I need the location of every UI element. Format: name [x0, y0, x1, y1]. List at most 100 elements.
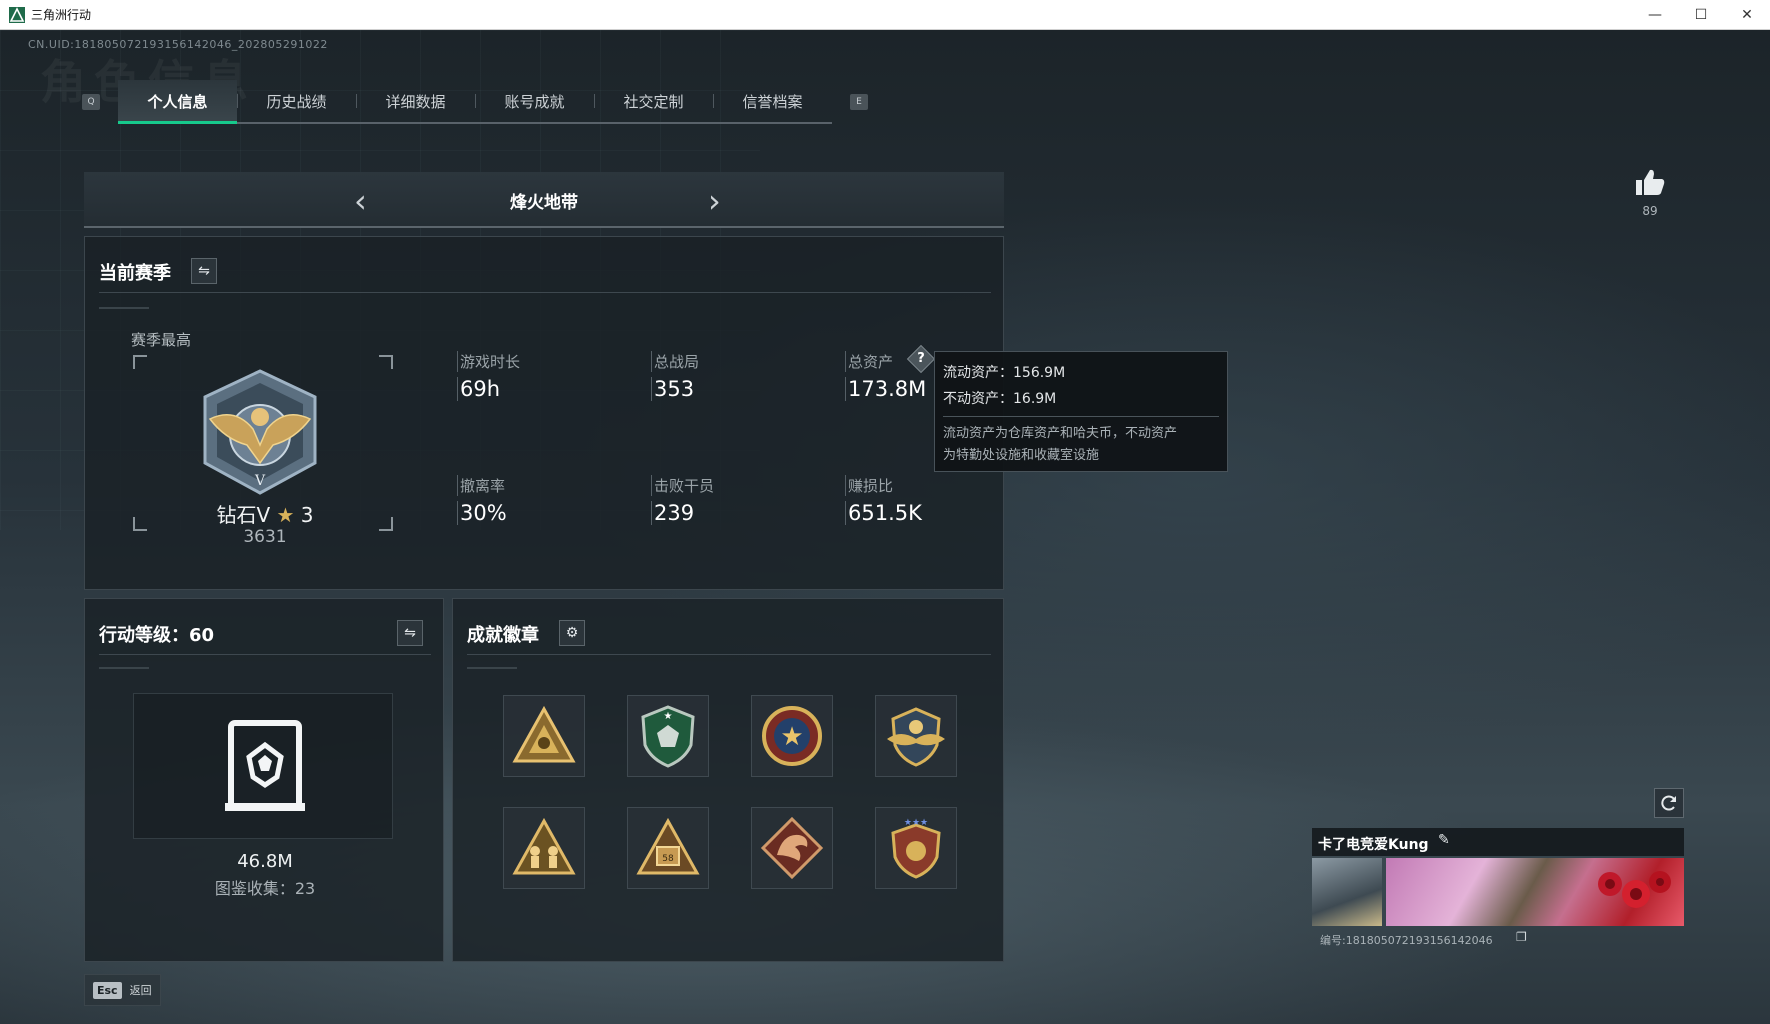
player-banner[interactable] [1386, 858, 1684, 926]
stat-value-playtime: 69h [457, 377, 500, 401]
stat-value-total-assets: 173.8M [845, 377, 926, 401]
tab-strip: 个人信息 历史战绩 详细数据 账号成就 社交定制 信誉档案 [118, 80, 832, 124]
achievements-settings-button[interactable]: ⚙ [559, 620, 585, 646]
rank-score: 3631 [243, 527, 287, 547]
stat-value-extract-rate: 30% [457, 501, 507, 525]
stat-label-matches: 总战局 [651, 351, 699, 372]
svg-text:★★★: ★★★ [904, 818, 928, 828]
window-title: 三角洲行动 [31, 8, 92, 22]
achievement-badge[interactable]: ★ [627, 695, 709, 777]
achievements-divider [467, 654, 991, 655]
likes-widget[interactable]: 89 [1630, 168, 1670, 218]
tab-achievements[interactable]: 账号成就 [475, 80, 594, 122]
star-badge-icon: ★ [762, 706, 822, 766]
achievement-badge[interactable] [875, 695, 957, 777]
tab-personal-info[interactable]: 个人信息 [118, 80, 237, 124]
refresh-icon [1661, 795, 1676, 811]
diamond-rank-emblem-icon: V [203, 369, 317, 495]
top-tab-bar: Q 个人信息 历史战绩 详细数据 账号成就 社交定制 信誉档案 E [82, 80, 868, 124]
maximize-button[interactable]: ☐ [1678, 0, 1724, 30]
level-divider [99, 654, 431, 655]
frame-corner [133, 355, 147, 369]
season-title: 当前赛季 [99, 263, 171, 284]
collection-cabinet-icon [225, 720, 305, 811]
svg-text:★: ★ [664, 711, 673, 722]
thumbs-up-icon [1636, 169, 1665, 195]
tab-history[interactable]: 历史战绩 [237, 80, 356, 122]
tooltip-liquid-assets: 流动资产：156.9M [943, 365, 1066, 381]
achievement-badge[interactable]: 58 [627, 807, 709, 889]
decor-mark [467, 667, 517, 669]
rank-stars: 3 [300, 503, 314, 527]
shield-badge-icon: ★ [641, 705, 695, 768]
rank-line: 钻石V ★ 3 [85, 499, 445, 528]
tab-credit-record[interactable]: 信誉档案 [713, 80, 832, 122]
achievements-title: 成就徽章 [467, 625, 539, 646]
stat-label-playtime: 游戏时长 [457, 351, 520, 372]
player-avatar[interactable] [1312, 858, 1382, 926]
back-label: 返回 [129, 984, 152, 997]
rank-star-icon: ★ [276, 503, 295, 527]
triangle-badge-icon [512, 705, 576, 763]
achievement-badge[interactable] [503, 695, 585, 777]
season-switch-button[interactable]: ⇋ [191, 258, 217, 284]
stat-label-profit-ratio: 赚损比 [845, 475, 893, 496]
esc-key-hint: Esc [93, 981, 122, 999]
gear-icon: ⚙ [565, 625, 579, 641]
season-panel: 当前赛季 ⇋ 赛季最高 V 钻石V ★ 3 3631 游戏时长 69h 总战局 … [84, 236, 1004, 590]
edit-icon[interactable]: ✎ [1438, 832, 1450, 848]
tooltip-desc-line2: 为特勤处设施和收藏室设施 [943, 448, 1100, 463]
wings-badge-icon [887, 707, 945, 767]
box-badge-icon: 58 [636, 817, 700, 875]
tooltip-fixed-assets: 不动资产：16.9M [943, 391, 1057, 407]
e-key-hint[interactable]: E [850, 94, 868, 110]
svg-text:V: V [254, 473, 266, 489]
dragon-badge-icon [760, 816, 824, 880]
stat-value-matches: 353 [651, 377, 694, 401]
rank-name: 钻石V [216, 503, 271, 527]
copy-icon[interactable]: ❐ [1516, 930, 1527, 944]
tooltip-desc-line1: 流动资产为仓库资产和哈夫币，不动资产 [943, 426, 1178, 441]
likes-count: 89 [1642, 204, 1658, 218]
stat-label-extract-rate: 撤离率 [457, 475, 505, 496]
q-key-hint[interactable]: Q [82, 94, 100, 110]
player-id: 编号:18180507219315614204​6 [1320, 934, 1493, 947]
assets-tooltip: 流动资产：156.9M 不动资产：16.9M 流动资产为仓库资产和哈夫币，不动资… [934, 351, 1228, 472]
soldiers-badge-icon [512, 817, 576, 875]
swap-icon: ⇋ [404, 625, 416, 641]
game-stage: 角色信息 CN.UID:1818050721931561420​46_20280… [0, 30, 1770, 1024]
swap-icon: ⇋ [198, 263, 210, 279]
level-switch-button[interactable]: ⇋ [397, 620, 423, 646]
decor-mark [99, 307, 149, 309]
mode-title: 烽火地带 [510, 193, 578, 213]
crest-badge-icon: ★★★ [891, 818, 941, 879]
decor-mark [99, 667, 149, 669]
refresh-button[interactable] [1654, 788, 1684, 818]
mode-selector: ‹ 烽火地带 › [84, 172, 1004, 228]
svg-text:58: 58 [662, 854, 674, 864]
back-button[interactable]: Esc 返回 [84, 974, 161, 1006]
next-mode-button[interactable]: › [708, 182, 721, 220]
collection-count: 图鉴收集：23 [214, 879, 316, 898]
stat-value-profit-ratio: 651.5K [845, 501, 922, 525]
app-icon [9, 6, 25, 23]
level-panel: 行动等级：60 ⇋ 46.8M 图鉴收集：23 [84, 598, 444, 962]
window-titlebar: 三角洲行动 — ☐ ✕ [0, 0, 1770, 30]
level-title: 行动等级：60 [99, 625, 215, 646]
uid-label: CN.UID:1818050721931561420​46_2028052910… [28, 38, 328, 51]
achievement-badge[interactable]: ★ [751, 695, 833, 777]
achievement-badge[interactable] [503, 807, 585, 889]
close-button[interactable]: ✕ [1724, 0, 1770, 30]
player-name: 卡了电竞爱Kung [1318, 837, 1429, 853]
season-divider [99, 292, 991, 293]
collection-value: 46.8M [237, 851, 293, 872]
achievement-badge[interactable] [751, 807, 833, 889]
tab-social-custom[interactable]: 社交定制 [594, 80, 713, 122]
help-icon[interactable]: ? [911, 349, 931, 369]
season-best-label: 赛季最高 [131, 331, 192, 349]
achievement-badge[interactable]: ★★★ [875, 807, 957, 889]
tab-detailed-data[interactable]: 详细数据 [356, 80, 475, 122]
frame-corner [379, 355, 393, 369]
stat-label-total-assets: 总资产 [845, 351, 893, 372]
minimize-button[interactable]: — [1632, 0, 1678, 30]
